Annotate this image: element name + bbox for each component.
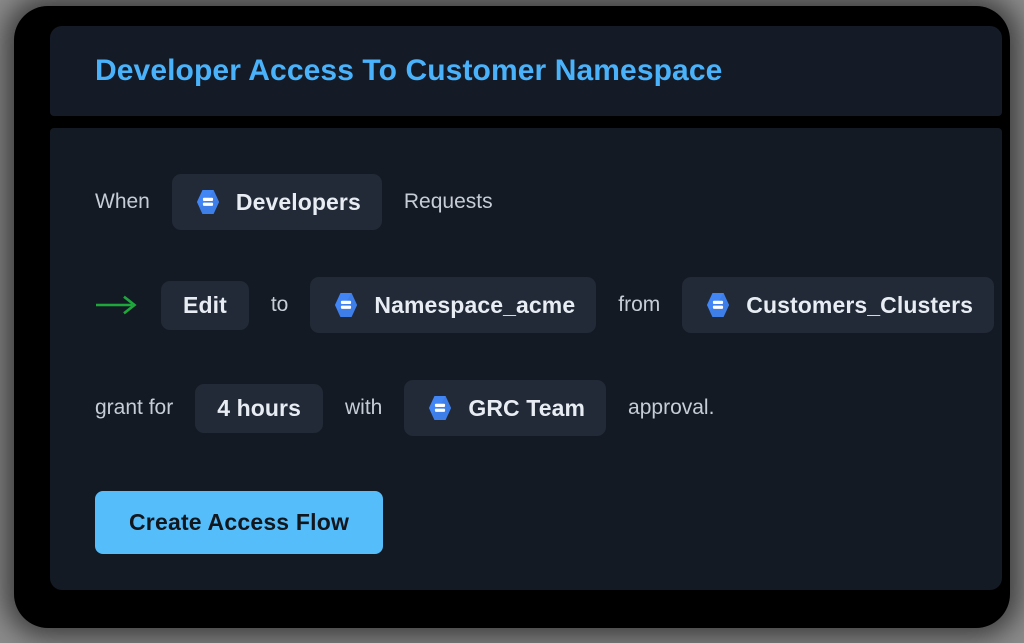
when-suffix-label: Requests — [404, 190, 493, 214]
cloud-hexagon-icon — [425, 393, 455, 423]
when-prefix-label: When — [95, 190, 150, 214]
cloud-hexagon-icon — [703, 290, 733, 320]
chip-namespace-acme[interactable]: Namespace_acme — [310, 277, 596, 333]
arrow-right-icon — [95, 295, 139, 315]
cloud-hexagon-icon — [331, 290, 361, 320]
chip-customers-clusters[interactable]: Customers_Clusters — [682, 277, 994, 333]
grant-suffix-label: approval. — [628, 396, 714, 420]
chip-duration-label: 4 hours — [217, 397, 301, 420]
header-card: Developer Access To Customer Namespace — [50, 26, 1002, 116]
action-connector-to-label: to — [271, 293, 289, 317]
create-access-flow-button[interactable]: Create Access Flow — [95, 491, 383, 554]
access-flow-body-card: When Developers Requests Edit — [50, 128, 1002, 590]
chip-developers[interactable]: Developers — [172, 174, 382, 230]
grant-connector-with-label: with — [345, 396, 382, 420]
rule-row-grant: grant for 4 hours with GRC Team approval… — [95, 380, 957, 436]
cloud-hexagon-icon — [193, 187, 223, 217]
chip-grc-team[interactable]: GRC Team — [404, 380, 606, 436]
device-frame: Developer Access To Customer Namespace W… — [14, 6, 1010, 628]
chip-namespace-acme-label: Namespace_acme — [374, 294, 575, 317]
rule-row-action: Edit to Namespace_acme from — [95, 277, 957, 333]
page-title: Developer Access To Customer Namespace — [95, 56, 722, 86]
chip-permission-edit[interactable]: Edit — [161, 281, 249, 330]
chip-developers-label: Developers — [236, 191, 361, 214]
cta-row: Create Access Flow — [95, 491, 957, 554]
rule-row-when: When Developers Requests — [95, 174, 957, 230]
action-connector-from-label: from — [618, 293, 660, 317]
chip-customers-clusters-label: Customers_Clusters — [746, 294, 973, 317]
chip-grc-team-label: GRC Team — [468, 397, 585, 420]
chip-duration[interactable]: 4 hours — [195, 384, 323, 433]
chip-permission-edit-label: Edit — [183, 294, 227, 317]
grant-prefix-label: grant for — [95, 396, 173, 420]
